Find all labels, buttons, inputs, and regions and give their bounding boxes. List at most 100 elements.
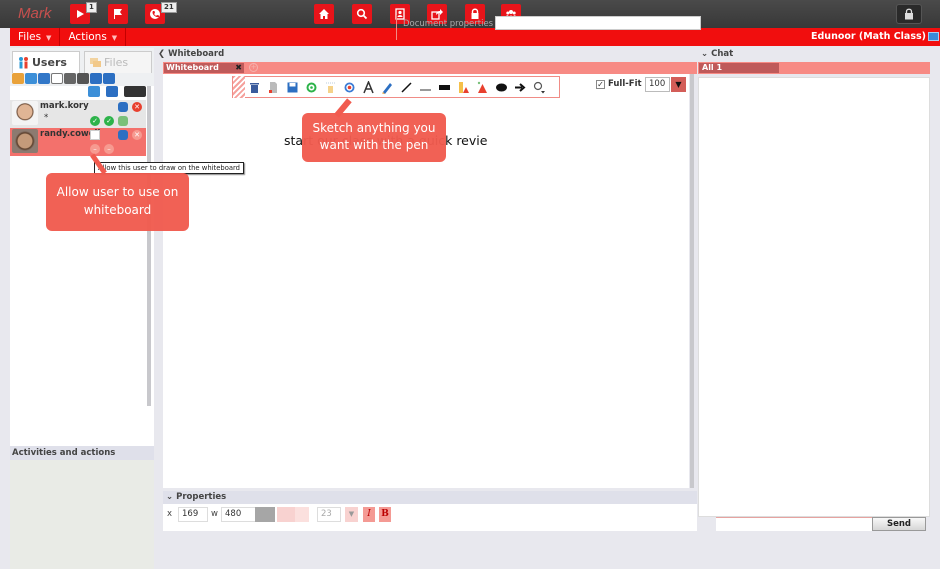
draw-permission-icon[interactable]	[90, 130, 100, 140]
remote-control-icon[interactable]	[51, 73, 63, 84]
arrow-tool[interactable]	[511, 78, 530, 96]
pointer-tool[interactable]	[321, 78, 340, 96]
trash-icon	[250, 82, 259, 93]
full-fit-toggle[interactable]: ✓ Full-Fit	[596, 79, 642, 89]
zoom-select-tool[interactable]	[530, 78, 549, 96]
allow-all-whiteboard-icon[interactable]	[25, 73, 37, 84]
line-tool[interactable]	[397, 78, 416, 96]
toolbar-drag-handle[interactable]	[233, 76, 245, 98]
chevron-left-icon: ❮	[158, 49, 169, 59]
chevron-down-icon: ⌄	[701, 49, 712, 59]
trash-tool[interactable]	[245, 78, 264, 96]
pointer-icon	[326, 82, 335, 93]
flag-button[interactable]	[108, 4, 128, 24]
italic-button[interactable]: I	[363, 507, 375, 522]
mute-all-icon[interactable]	[90, 73, 102, 84]
whiteboard-panel-header[interactable]: ❮ Whiteboard	[156, 48, 696, 61]
phone-badge: 21	[161, 2, 177, 13]
pen-icon	[382, 82, 392, 94]
unmute-all-icon[interactable]	[103, 73, 115, 84]
triangle-tool[interactable]	[454, 78, 473, 96]
whiteboard-toolbar	[232, 76, 560, 98]
video-permission-icon	[124, 86, 146, 97]
font-size-dropdown[interactable]: ▼	[345, 507, 358, 522]
play-button[interactable]: 1	[70, 2, 97, 24]
chat-header[interactable]: ⌄ Chat	[698, 48, 930, 61]
line-color-swatch[interactable]	[255, 507, 275, 522]
save-tool[interactable]	[283, 78, 302, 96]
pen-tool[interactable]	[378, 78, 397, 96]
activities-list	[10, 460, 154, 569]
screen-denied-icon[interactable]: –	[104, 144, 114, 154]
kick-user-icon[interactable]: ✕	[132, 102, 142, 112]
tab-files-label: Files	[104, 56, 129, 69]
clear-page-tool[interactable]	[264, 78, 283, 96]
kick-user-icon[interactable]: ✕	[132, 130, 142, 140]
underline-tool[interactable]	[416, 78, 435, 96]
screen-allowed-icon[interactable]: ✓	[104, 116, 114, 126]
lock-icon	[905, 8, 913, 20]
phone-button[interactable]: 21	[145, 2, 177, 24]
fill-color-swatch[interactable]	[295, 507, 309, 522]
whiteboard-denied-icon[interactable]: –	[90, 144, 100, 154]
x-input[interactable]: 169	[178, 507, 208, 522]
actions-menu[interactable]: Actions ▼	[60, 28, 127, 46]
target-icon	[344, 82, 355, 92]
chat-input[interactable]	[716, 517, 872, 531]
user-list-scrollbar[interactable]	[147, 86, 151, 406]
home-button[interactable]	[314, 4, 334, 24]
whiteboard-allowed-icon[interactable]: ✓	[90, 116, 100, 126]
clear-page-icon	[269, 81, 277, 93]
w-input[interactable]: 480	[221, 507, 259, 522]
properties-header[interactable]: ⌄ Properties	[163, 491, 697, 504]
target-tool[interactable]	[340, 78, 359, 96]
microphone-icon[interactable]	[64, 73, 76, 84]
zoom-dropdown-button[interactable]: ▼	[671, 77, 686, 92]
close-icon[interactable]: ✖	[235, 63, 242, 73]
users-callout: Allow user to use on whiteboard	[46, 173, 189, 231]
document-properties-label: Document properties	[403, 19, 494, 29]
microphone-icon[interactable]	[118, 130, 128, 140]
tab-users[interactable]: Users	[12, 51, 80, 73]
clipart-tool[interactable]	[473, 78, 492, 96]
user-row[interactable]: mark.kory * ✓ ✓ ✕	[10, 100, 146, 128]
remote-control-icon[interactable]	[118, 116, 128, 126]
tab-users-label: Users	[32, 56, 67, 69]
whiteboard-permission-icon	[88, 86, 100, 97]
document-properties-input[interactable]	[495, 16, 701, 30]
search-icon	[356, 8, 368, 20]
camera-icon[interactable]	[77, 73, 89, 84]
send-button[interactable]: Send	[872, 517, 926, 531]
add-tab-button[interactable]: +	[249, 63, 258, 72]
rectangle-tool[interactable]	[435, 78, 454, 96]
eraser-icon[interactable]	[277, 507, 297, 522]
avatar	[12, 101, 38, 125]
lock-screen-button[interactable]	[896, 4, 922, 24]
whiteboard-tabs: Whiteboard ✖ +	[163, 62, 697, 74]
font-size-input[interactable]: 23	[317, 507, 341, 522]
undo-tool[interactable]	[302, 78, 321, 96]
files-menu[interactable]: Files ▼	[10, 28, 61, 46]
files-icon	[90, 58, 101, 67]
activities-header[interactable]: Activities and actions	[10, 446, 154, 460]
undo-icon	[306, 82, 317, 92]
zoom-input[interactable]: 100	[645, 77, 670, 92]
tab-files[interactable]: Files	[84, 51, 152, 73]
whiteboard-scrollbar[interactable]	[690, 74, 694, 488]
users-icon	[19, 57, 28, 69]
user-row[interactable]: randy.cowell – – ✕	[10, 128, 146, 156]
microphone-icon[interactable]	[118, 102, 128, 112]
tab-whiteboard[interactable]: Whiteboard ✖	[164, 63, 244, 73]
bold-button[interactable]: B	[379, 507, 391, 522]
search-button[interactable]	[352, 4, 372, 24]
home-icon	[319, 9, 329, 19]
add-user-icon[interactable]	[12, 73, 24, 84]
play-badge: 1	[86, 2, 97, 13]
properties-title: Properties	[176, 492, 227, 502]
full-fit-checkbox[interactable]: ✓	[596, 79, 605, 89]
tab-chat-all[interactable]: All 1	[699, 63, 779, 73]
text-tool[interactable]	[359, 78, 378, 96]
ellipse-tool[interactable]	[492, 78, 511, 96]
screen-share-icon[interactable]	[38, 73, 50, 84]
monitor-icon[interactable]	[928, 32, 939, 41]
